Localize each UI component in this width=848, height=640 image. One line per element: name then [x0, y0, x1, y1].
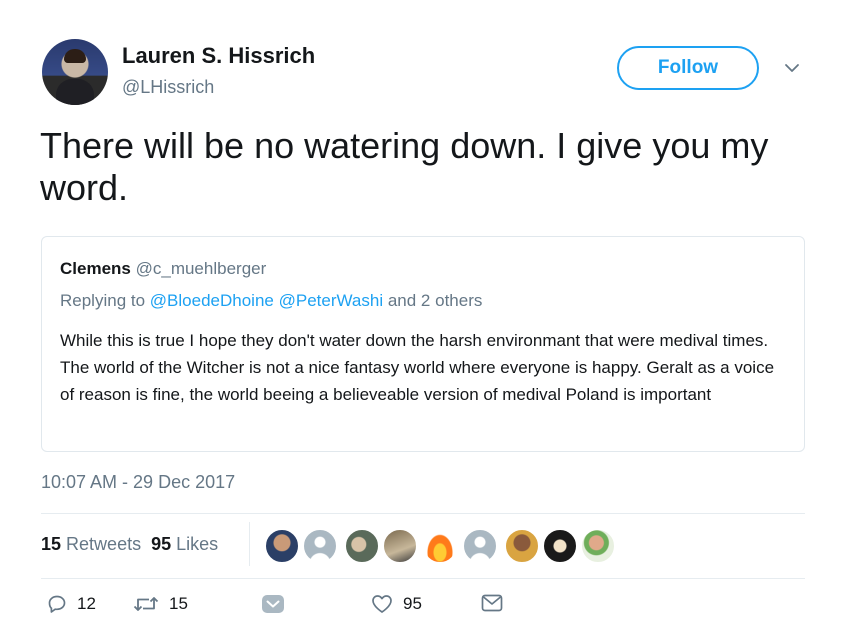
like-button[interactable]: 95: [371, 594, 422, 614]
author-handle[interactable]: @LHissrich: [122, 77, 214, 98]
replying-to-label: Replying to: [60, 291, 146, 310]
tweet-stats: 15 Retweets 95 Likes: [41, 534, 218, 555]
direct-message-button[interactable]: [481, 594, 503, 612]
like-icon: [372, 595, 392, 613]
quoted-tweet[interactable]: Clemens @c_muehlberger Replying to @Bloe…: [41, 236, 805, 452]
liker-avatar[interactable]: [542, 528, 578, 564]
liker-avatar[interactable]: [264, 528, 300, 564]
divider: [41, 578, 805, 579]
retweets-count[interactable]: 15: [41, 534, 61, 554]
mention-link[interactable]: @PeterWashi: [279, 291, 384, 310]
likes-label[interactable]: Likes: [176, 534, 218, 554]
chevron-down-icon: [262, 595, 284, 613]
liker-avatar[interactable]: [344, 528, 380, 564]
quoted-author-name: Clemens: [60, 259, 131, 278]
reply-count: 12: [77, 594, 96, 613]
retweet-count: 15: [169, 594, 188, 613]
follow-button[interactable]: Follow: [617, 46, 759, 90]
liker-avatar[interactable]: [580, 528, 616, 564]
author-avatar[interactable]: [42, 39, 108, 105]
message-icon: [481, 594, 503, 612]
chevron-down-icon[interactable]: [784, 60, 800, 76]
author-name[interactable]: Lauren S. Hissrich: [122, 43, 315, 69]
reply-button[interactable]: 12: [47, 594, 96, 614]
liker-avatar[interactable]: [422, 528, 458, 564]
liker-avatar[interactable]: [302, 528, 338, 564]
stats-divider: [249, 522, 250, 566]
liker-avatar[interactable]: [382, 528, 418, 564]
liker-avatar[interactable]: [462, 528, 498, 564]
retweet-button[interactable]: 15: [133, 594, 188, 614]
replying-to: Replying to @BloedeDhoine @PeterWashi an…: [60, 291, 482, 311]
retweet-icon: [133, 597, 159, 611]
quoted-author-handle: @c_muehlberger: [135, 259, 267, 278]
liker-avatar[interactable]: [504, 528, 540, 564]
retweets-label[interactable]: Retweets: [66, 534, 141, 554]
tweet-actions: 12 15 95: [41, 594, 561, 620]
likes-count[interactable]: 95: [151, 534, 171, 554]
like-count: 95: [403, 594, 422, 613]
mention-others: and 2 others: [387, 291, 483, 310]
tweet-timestamp[interactable]: 10:07 AM - 29 Dec 2017: [41, 472, 235, 493]
quoted-author: Clemens @c_muehlberger: [60, 259, 266, 279]
mention-link[interactable]: @BloedeDhoine: [150, 291, 274, 310]
tweet-text: There will be no watering down. I give y…: [40, 125, 769, 208]
quoted-tweet-text: While this is true I hope they don't wat…: [60, 331, 775, 404]
more-options-button[interactable]: [261, 594, 285, 614]
reply-icon: [48, 595, 66, 613]
divider: [41, 513, 805, 514]
